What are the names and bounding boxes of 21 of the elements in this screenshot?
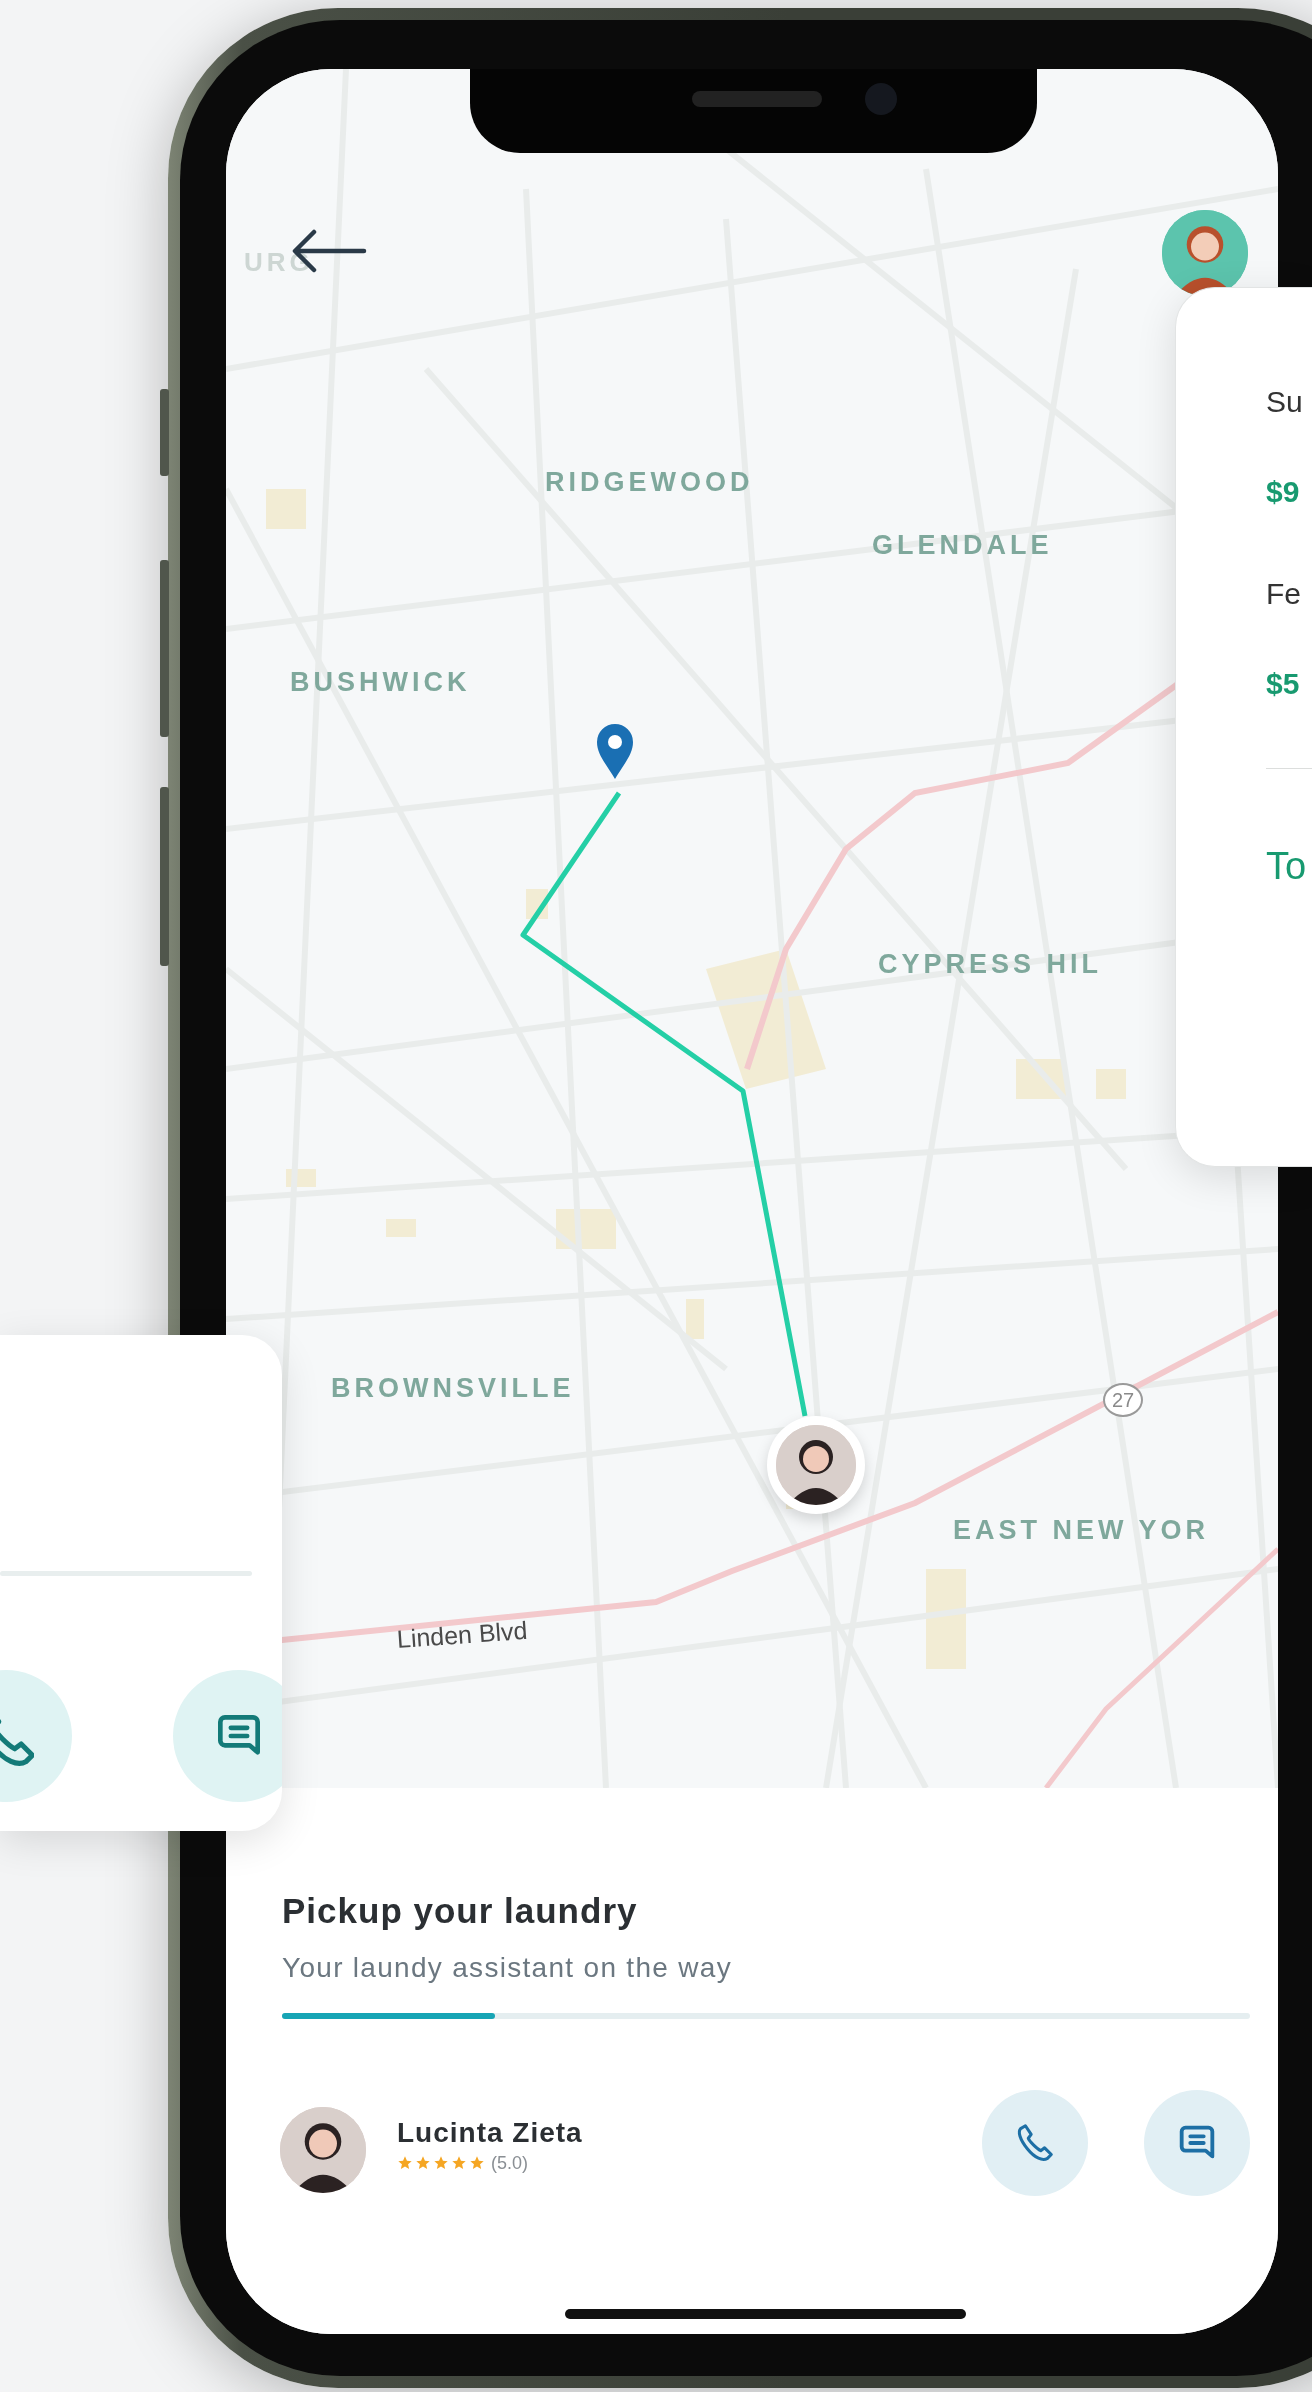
city-block xyxy=(1096,1069,1126,1099)
map-area-label: CYPRESS HIL xyxy=(878,949,1103,980)
sheet-title: Pickup your laundry xyxy=(282,1890,638,1932)
map-area-label: BUSHWICK xyxy=(290,667,471,698)
total-label: To xyxy=(1266,846,1307,886)
summary-label: Fe xyxy=(1266,576,1301,612)
summary-label: Su xyxy=(1266,384,1303,420)
map-area-label: GLENDALE xyxy=(872,530,1053,561)
location-pin-icon xyxy=(595,721,635,781)
city-block xyxy=(266,489,306,529)
summary-amount: $9 xyxy=(1266,474,1300,510)
city-block xyxy=(686,1299,704,1339)
map-area-label: EAST NEW YOR xyxy=(953,1515,1210,1546)
sheet-subtitle: Your laundy assistant on the way xyxy=(282,1951,732,1985)
summary-amount: $5 xyxy=(1266,666,1300,702)
city-block xyxy=(386,1219,416,1237)
street-name: Linden Blvd xyxy=(396,1615,529,1654)
rating-value: (5.0) xyxy=(491,2152,528,2174)
assistant-name: Lucinta Zieta xyxy=(397,2116,583,2149)
map-area-label: BROWNSVILLE xyxy=(331,1373,575,1404)
map-area-label: RIDGEWOOD xyxy=(545,467,754,498)
